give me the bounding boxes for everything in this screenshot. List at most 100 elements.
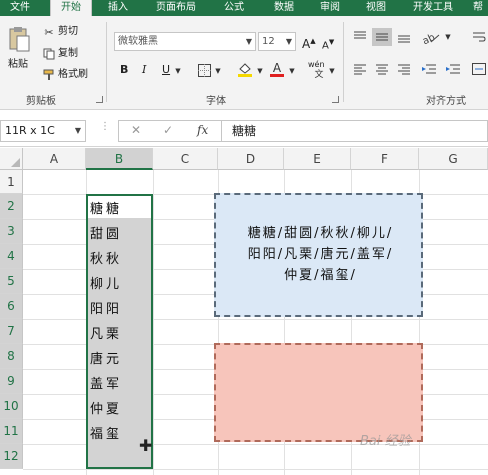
borders-icon[interactable] <box>196 62 212 78</box>
cell-b4[interactable]: 秋秋 <box>90 248 150 267</box>
column-header-a[interactable]: A <box>23 148 86 170</box>
row-header-6[interactable]: 6 <box>0 294 23 319</box>
row-header-3[interactable]: 3 <box>0 219 23 244</box>
column-header-g[interactable]: G <box>419 148 488 170</box>
group-separator <box>343 22 344 102</box>
worksheet-grid[interactable]: A B C D E F G 1 2 3 4 5 6 7 8 9 10 11 12… <box>0 148 488 475</box>
paste-icon[interactable] <box>6 24 32 54</box>
cell-b6[interactable]: 阳阳 <box>90 298 150 317</box>
grow-font-label: A <box>302 37 311 51</box>
align-right-icon[interactable] <box>396 62 412 76</box>
font-color-label: A <box>272 60 282 75</box>
align-top-icon[interactable] <box>352 30 368 44</box>
row-header-8[interactable]: 8 <box>0 344 23 369</box>
enter-icon[interactable]: ✓ <box>163 123 173 137</box>
formula-input[interactable]: 糖糖 <box>222 120 488 142</box>
select-all-button[interactable] <box>0 148 23 170</box>
tab-insert[interactable]: 插入 <box>100 0 136 16</box>
tab-file[interactable]: 文件 <box>2 0 38 16</box>
alignment-group-label: 对齐方式 <box>426 96 466 107</box>
clipboard-group-label: 剪贴板 <box>26 96 56 107</box>
row-header-5[interactable]: 5 <box>0 269 23 294</box>
cell-b7[interactable]: 凡栗 <box>90 323 150 342</box>
row-header-1[interactable]: 1 <box>0 170 23 194</box>
column-header-d[interactable]: D <box>218 148 284 170</box>
column-header-e[interactable]: E <box>284 148 351 170</box>
cell-b2[interactable]: 糖糖 <box>90 198 150 217</box>
fill-color-icon[interactable] <box>236 60 254 78</box>
chevron-down-icon[interactable]: ▼ <box>444 33 452 41</box>
italic-button[interactable]: I <box>142 61 146 79</box>
font-size-select[interactable]: 12 ▼ <box>258 32 296 51</box>
clipboard-launcher[interactable] <box>96 96 103 103</box>
chevron-down-icon[interactable]: ▼ <box>288 67 296 75</box>
text-box-empty[interactable] <box>214 343 423 442</box>
grow-font-button[interactable]: A▲ <box>302 32 316 51</box>
increase-indent-icon[interactable] <box>444 62 462 76</box>
tab-formulas[interactable]: 公式 <box>214 0 254 16</box>
ribbon: 粘贴 ✂ 剪切 复制 格式刷 剪贴板 微软雅黑 ▼ 12 ▼ A▲ A▼ B I… <box>0 16 488 110</box>
row-header-7[interactable]: 7 <box>0 319 23 344</box>
cell-b8[interactable]: 唐元 <box>90 348 150 367</box>
name-box-value: 11R x 1C <box>5 124 55 137</box>
column-header-b[interactable]: B <box>86 148 153 170</box>
tab-help[interactable]: 帮 <box>468 0 488 16</box>
row-header-2[interactable]: 2 <box>0 194 23 219</box>
tab-view[interactable]: 视图 <box>358 0 394 16</box>
align-middle-icon[interactable] <box>372 28 392 46</box>
chevron-down-icon[interactable]: ▼ <box>174 67 182 75</box>
insert-function-button[interactable]: fx <box>197 123 208 137</box>
format-painter-icon[interactable] <box>42 68 56 82</box>
tab-data[interactable]: 数据 <box>264 0 304 16</box>
copy-icon[interactable] <box>42 47 56 61</box>
tab-home[interactable]: 开始 <box>50 0 92 17</box>
row-header-9[interactable]: 9 <box>0 369 23 394</box>
cancel-icon[interactable]: ✕ <box>131 123 141 137</box>
text-box-line-1: 糖糖/甜圆/秋秋/柳儿/ <box>247 226 394 241</box>
align-center-icon[interactable] <box>374 62 390 76</box>
watermark: Bai 经验 <box>360 434 411 449</box>
scissors-icon[interactable]: ✂ <box>42 25 56 39</box>
row-header-4[interactable]: 4 <box>0 244 23 269</box>
copy-button[interactable]: 复制 <box>58 45 78 63</box>
underline-button[interactable]: U <box>162 61 170 79</box>
text-box-content: 糖糖/甜圆/秋秋/柳儿/ 阳阳/凡栗/唐元/盖军/ 仲夏/福玺/ <box>220 223 421 286</box>
decrease-indent-icon[interactable] <box>420 62 438 76</box>
cell-b9[interactable]: 盖军 <box>90 373 150 392</box>
format-painter-button[interactable]: 格式刷 <box>58 66 88 84</box>
column-header-f[interactable]: F <box>351 148 419 170</box>
font-family-select[interactable]: 微软雅黑 ▼ <box>114 32 256 51</box>
chevron-down-icon[interactable]: ▼ <box>214 67 222 75</box>
row-header-12[interactable]: 12 <box>0 444 23 469</box>
row-header-11[interactable]: 11 <box>0 419 23 444</box>
column-header-c[interactable]: C <box>153 148 218 170</box>
font-launcher[interactable] <box>332 96 339 103</box>
chevron-down-icon[interactable]: ▼ <box>256 67 264 75</box>
bold-button[interactable]: B <box>120 61 128 79</box>
wrap-text-icon[interactable] <box>470 28 488 46</box>
cut-button[interactable]: 剪切 <box>58 23 78 41</box>
shrink-font-button[interactable]: A▼ <box>322 33 334 51</box>
chevron-down-icon[interactable]: ▼ <box>328 67 336 75</box>
cell-b3[interactable]: 甜圆 <box>90 223 150 242</box>
align-bottom-icon[interactable] <box>396 30 412 44</box>
row-header-10[interactable]: 10 <box>0 394 23 419</box>
cell-b10[interactable]: 仲夏 <box>90 398 150 417</box>
paste-button[interactable]: 粘贴 <box>8 56 28 74</box>
text-box-names[interactable]: 糖糖/甜圆/秋秋/柳儿/ 阳阳/凡栗/唐元/盖军/ 仲夏/福玺/ <box>214 193 423 317</box>
font-size-value: 12 <box>262 36 275 47</box>
phonetic-icon: 文 <box>314 69 324 80</box>
shrink-font-label: A <box>322 40 329 52</box>
merge-center-icon[interactable] <box>470 62 488 76</box>
cell-b5[interactable]: 柳儿 <box>90 273 150 292</box>
tab-developer[interactable]: 开发工具 <box>404 0 462 16</box>
align-left-icon[interactable] <box>352 62 368 76</box>
name-box[interactable]: 11R x 1C ▼ <box>0 120 86 142</box>
tab-page-layout[interactable]: 页面布局 <box>146 0 206 16</box>
text-orientation-icon[interactable]: ab <box>420 28 442 46</box>
group-separator <box>106 22 107 102</box>
text-box-line-2: 阳阳/凡栗/唐元/盖军/ <box>247 247 394 262</box>
font-color-icon[interactable]: A <box>268 60 286 78</box>
tab-review[interactable]: 审阅 <box>312 0 348 16</box>
resize-handle-icon[interactable]: ⋮ <box>100 122 110 137</box>
